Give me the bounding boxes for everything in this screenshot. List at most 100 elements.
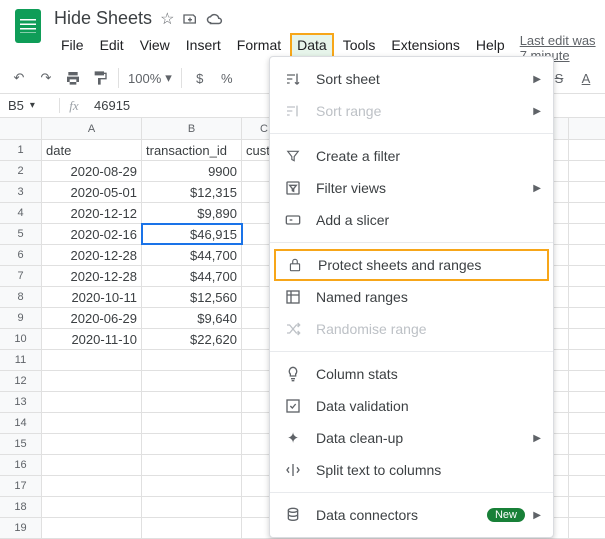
named-ranges-icon bbox=[284, 288, 302, 306]
cell[interactable] bbox=[42, 371, 142, 391]
menu-create-filter[interactable]: Create a filter bbox=[270, 140, 553, 172]
menu-split-text[interactable]: Split text to columns bbox=[270, 454, 553, 486]
paint-format-icon[interactable] bbox=[91, 69, 109, 87]
cell[interactable]: 2020-08-29 bbox=[42, 161, 142, 181]
row-header[interactable]: 11 bbox=[0, 350, 42, 370]
row-header[interactable]: 9 bbox=[0, 308, 42, 328]
cell[interactable] bbox=[142, 371, 242, 391]
menu-protect-sheets[interactable]: Protect sheets and ranges bbox=[274, 249, 549, 281]
cell[interactable]: 2020-10-11 bbox=[42, 287, 142, 307]
menu-named-ranges[interactable]: Named ranges bbox=[270, 281, 553, 313]
cloud-icon[interactable] bbox=[206, 12, 224, 26]
row-header[interactable]: 5 bbox=[0, 224, 42, 244]
cell[interactable] bbox=[142, 413, 242, 433]
cell[interactable] bbox=[142, 392, 242, 412]
cell[interactable]: 2020-06-29 bbox=[42, 308, 142, 328]
percent-icon[interactable]: % bbox=[218, 69, 236, 87]
row-header[interactable]: 15 bbox=[0, 434, 42, 454]
zoom-value: 100% bbox=[128, 71, 161, 86]
row-header[interactable]: 18 bbox=[0, 497, 42, 517]
menu-file[interactable]: File bbox=[54, 33, 91, 63]
menu-add-slicer[interactable]: Add a slicer bbox=[270, 204, 553, 236]
cell[interactable]: $12,560 bbox=[142, 287, 242, 307]
cell[interactable] bbox=[42, 413, 142, 433]
cell[interactable]: 2020-05-01 bbox=[42, 182, 142, 202]
cell[interactable] bbox=[42, 476, 142, 496]
row-header[interactable]: 16 bbox=[0, 455, 42, 475]
move-icon[interactable] bbox=[182, 11, 198, 27]
sheets-logo[interactable] bbox=[8, 6, 48, 46]
cell[interactable] bbox=[42, 434, 142, 454]
text-color-icon[interactable]: A bbox=[577, 69, 595, 87]
column-header[interactable]: B bbox=[142, 118, 242, 139]
cell[interactable]: 2020-02-16 bbox=[42, 224, 142, 244]
sort-icon bbox=[284, 70, 302, 88]
cell[interactable]: $12,315 bbox=[142, 182, 242, 202]
cell[interactable]: 2020-12-28 bbox=[42, 245, 142, 265]
filter-views-icon bbox=[284, 179, 302, 197]
cell[interactable]: 2020-11-10 bbox=[42, 329, 142, 349]
row-header[interactable]: 4 bbox=[0, 203, 42, 223]
star-icon[interactable]: ☆ bbox=[160, 9, 174, 29]
menu-data-validation[interactable]: Data validation bbox=[270, 390, 553, 422]
row-header[interactable]: 17 bbox=[0, 476, 42, 496]
cell[interactable] bbox=[142, 518, 242, 538]
cell[interactable] bbox=[142, 434, 242, 454]
document-title[interactable]: Hide Sheets bbox=[54, 8, 152, 29]
row-header[interactable]: 13 bbox=[0, 392, 42, 412]
menu-data-cleanup[interactable]: ✦ Data clean-up ▶ bbox=[270, 422, 553, 454]
cell[interactable] bbox=[42, 455, 142, 475]
menu-randomise-range: Randomise range bbox=[270, 313, 553, 345]
row-header[interactable]: 1 bbox=[0, 140, 42, 160]
chevron-down-icon: ▾ bbox=[165, 70, 172, 86]
row-header[interactable]: 7 bbox=[0, 266, 42, 286]
data-menu-dropdown: Sort sheet ▶ Sort range ▶ Create a filte… bbox=[269, 56, 554, 538]
row-header[interactable]: 19 bbox=[0, 518, 42, 538]
redo-icon[interactable]: ↷ bbox=[37, 69, 55, 87]
cell[interactable]: transaction_id bbox=[142, 140, 242, 160]
cell[interactable]: $46,915 bbox=[142, 224, 242, 244]
cell[interactable]: $9,890 bbox=[142, 203, 242, 223]
cell[interactable] bbox=[42, 350, 142, 370]
cell[interactable]: date bbox=[42, 140, 142, 160]
row-header[interactable]: 6 bbox=[0, 245, 42, 265]
row-header[interactable]: 2 bbox=[0, 161, 42, 181]
cell[interactable] bbox=[142, 497, 242, 517]
submenu-arrow-icon: ▶ bbox=[533, 106, 541, 117]
cell[interactable] bbox=[42, 392, 142, 412]
name-box[interactable]: B5 ▾ bbox=[0, 98, 60, 113]
cell[interactable]: 2020-12-12 bbox=[42, 203, 142, 223]
row-header[interactable]: 10 bbox=[0, 329, 42, 349]
row-header[interactable]: 8 bbox=[0, 287, 42, 307]
print-icon[interactable] bbox=[64, 69, 82, 87]
menu-column-stats[interactable]: Column stats bbox=[270, 358, 553, 390]
menu-edit[interactable]: Edit bbox=[93, 33, 131, 63]
cell[interactable] bbox=[142, 455, 242, 475]
row-header[interactable]: 12 bbox=[0, 371, 42, 391]
zoom-select[interactable]: 100% ▾ bbox=[128, 70, 172, 86]
cell[interactable] bbox=[142, 350, 242, 370]
menu-filter-views[interactable]: Filter views ▶ bbox=[270, 172, 553, 204]
cell[interactable]: $22,620 bbox=[142, 329, 242, 349]
sort-range-icon bbox=[284, 102, 302, 120]
cell[interactable]: $44,700 bbox=[142, 245, 242, 265]
menu-view[interactable]: View bbox=[133, 33, 177, 63]
cell[interactable]: $9,640 bbox=[142, 308, 242, 328]
column-header[interactable]: A bbox=[42, 118, 142, 139]
filter-icon bbox=[284, 147, 302, 165]
menu-data-connectors[interactable]: Data connectors New ▶ bbox=[270, 499, 553, 531]
cell[interactable] bbox=[42, 518, 142, 538]
formula-input[interactable]: 46915 bbox=[88, 98, 136, 113]
cell[interactable]: 2020-12-28 bbox=[42, 266, 142, 286]
shuffle-icon bbox=[284, 320, 302, 338]
cell[interactable]: $44,700 bbox=[142, 266, 242, 286]
cell[interactable] bbox=[42, 497, 142, 517]
cell[interactable] bbox=[142, 476, 242, 496]
row-header[interactable]: 3 bbox=[0, 182, 42, 202]
row-header[interactable]: 14 bbox=[0, 413, 42, 433]
menu-sort-sheet[interactable]: Sort sheet ▶ bbox=[270, 63, 553, 95]
currency-icon[interactable]: $ bbox=[191, 69, 209, 87]
undo-icon[interactable]: ↶ bbox=[10, 69, 28, 87]
menu-insert[interactable]: Insert bbox=[179, 33, 228, 63]
cell[interactable]: 9900 bbox=[142, 161, 242, 181]
